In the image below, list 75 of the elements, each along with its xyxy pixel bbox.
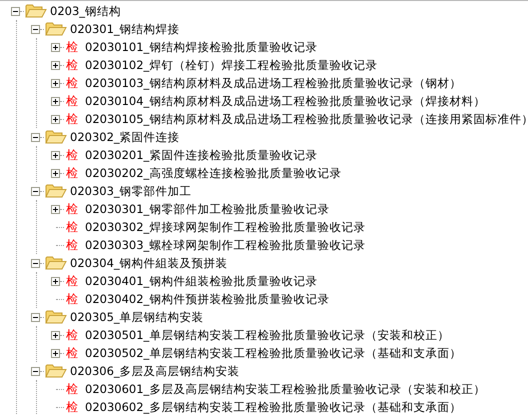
folder-icon — [45, 363, 67, 379]
tree-item[interactable]: 02030202_高强度螺栓连接检验批质量验收记录 — [85, 165, 342, 181]
form-icon: 检 — [66, 92, 82, 110]
tree-item[interactable]: 020304_钢构件組装及预拼装 — [70, 255, 228, 271]
tree-item[interactable]: 020301_钢结构焊接 — [70, 21, 180, 37]
collapse-button[interactable] — [31, 24, 40, 34]
tree-item[interactable]: 020303_钢零部件加工 — [70, 183, 192, 199]
plus-icon — [52, 278, 60, 284]
tree-item[interactable]: 02030105_钢结构原材料及成品进场工程检验批质量验收记录（连接用紧固标准件） — [85, 111, 528, 127]
folder-icon — [45, 183, 67, 199]
folder-icon — [45, 21, 67, 37]
plus-icon — [52, 80, 60, 86]
folder-icon — [45, 255, 67, 271]
expand-button[interactable] — [51, 96, 60, 106]
collapse-button[interactable] — [31, 132, 40, 142]
tree-item[interactable]: 02030302_焊接球网架制作工程检验批质量验收记录 — [85, 219, 366, 235]
form-icon: 检 — [66, 272, 82, 290]
collapse-button[interactable] — [31, 366, 40, 376]
form-icon: 检 — [66, 236, 82, 254]
tree-item[interactable]: 02030103_钢结构原材料及成品进场工程检验批质量验收记录（钢材） — [85, 75, 462, 91]
tree-item[interactable]: 02030102_焊钉（栓钉）焊接工程检验批质量验收记录 — [85, 57, 378, 73]
form-icon: 检 — [66, 146, 82, 164]
plus-icon — [52, 206, 60, 212]
form-icon: 检 — [66, 38, 82, 56]
expand-button[interactable] — [51, 276, 60, 286]
expand-button[interactable] — [51, 114, 60, 124]
plus-icon — [52, 98, 60, 104]
form-icon: 检 — [66, 56, 82, 74]
tree-item[interactable]: 02030301_钢零部件加工检验批质量验收记录 — [85, 201, 330, 217]
collapse-button[interactable] — [31, 186, 40, 196]
tree-item[interactable]: 020306_多层及高层钢结构安装 — [70, 363, 240, 379]
expand-button[interactable] — [51, 348, 60, 358]
tree-item[interactable]: 02030101_钢结构焊接检验批质量验收记录 — [85, 39, 318, 55]
plus-icon — [52, 332, 60, 338]
tree-item[interactable]: 02030502_单层钢结构安装工程检验批质量验收记录（基础和支承面） — [85, 345, 462, 361]
form-icon: 检 — [66, 110, 82, 128]
form-icon: 检 — [66, 398, 82, 415]
plus-icon — [52, 152, 60, 158]
expand-button[interactable] — [51, 78, 60, 88]
expand-button[interactable] — [51, 330, 60, 340]
form-icon: 检 — [66, 74, 82, 92]
expand-button[interactable] — [51, 168, 60, 178]
folder-icon — [45, 309, 67, 325]
expand-button[interactable] — [51, 60, 60, 70]
tree-item[interactable]: 02030601_多层及高层钢结构安装工程检验批质量验收记录（安装和校正） — [85, 381, 486, 397]
folder-icon — [45, 129, 67, 145]
tree-item[interactable]: 02030201_紧固件连接检验批质量验收记录 — [85, 147, 318, 163]
plus-icon — [52, 62, 60, 68]
expand-button[interactable] — [51, 204, 60, 214]
tree-item[interactable]: 02030401_钢构件組装检验批质量验收记录 — [85, 273, 318, 289]
tree-item[interactable]: 0203_钢结构 — [50, 3, 122, 19]
tree-item[interactable]: 020302_紧固件连接 — [70, 129, 180, 145]
collapse-button[interactable] — [31, 258, 40, 268]
form-icon: 检 — [66, 164, 82, 182]
form-icon: 检 — [66, 290, 82, 308]
expand-button[interactable] — [51, 42, 60, 52]
tree-item[interactable]: 02030602_多层钢结构安装工程检验批质量验收记录（基础和支承面） — [85, 399, 462, 415]
tree-item[interactable]: 02030303_螺栓球网架制作工程检验批质量验收记录 — [85, 237, 366, 253]
form-icon: 检 — [66, 326, 82, 344]
expand-button[interactable] — [51, 150, 60, 160]
tree-item[interactable]: 020305_单层钢结构安装 — [70, 309, 204, 325]
plus-icon — [52, 116, 60, 122]
plus-icon — [52, 170, 60, 176]
form-icon: 检 — [66, 344, 82, 362]
tree-item[interactable]: 02030402_钢构件预拼装检验批质量验收记录 — [85, 291, 330, 307]
form-icon: 检 — [66, 380, 82, 398]
form-icon: 检 — [66, 200, 82, 218]
collapse-button[interactable] — [31, 312, 40, 322]
form-icon: 检 — [66, 218, 82, 236]
folder-icon — [25, 3, 47, 19]
tree-item[interactable]: 02030501_单层钢结构安装工程检验批质量验收记录（安装和校正） — [85, 327, 450, 343]
plus-icon — [52, 350, 60, 356]
tree-item[interactable]: 02030104_钢结构原材料及成品进场工程检验批质量验收记录（焊接材料） — [85, 93, 486, 109]
collapse-button[interactable] — [11, 6, 20, 16]
plus-icon — [52, 44, 60, 50]
